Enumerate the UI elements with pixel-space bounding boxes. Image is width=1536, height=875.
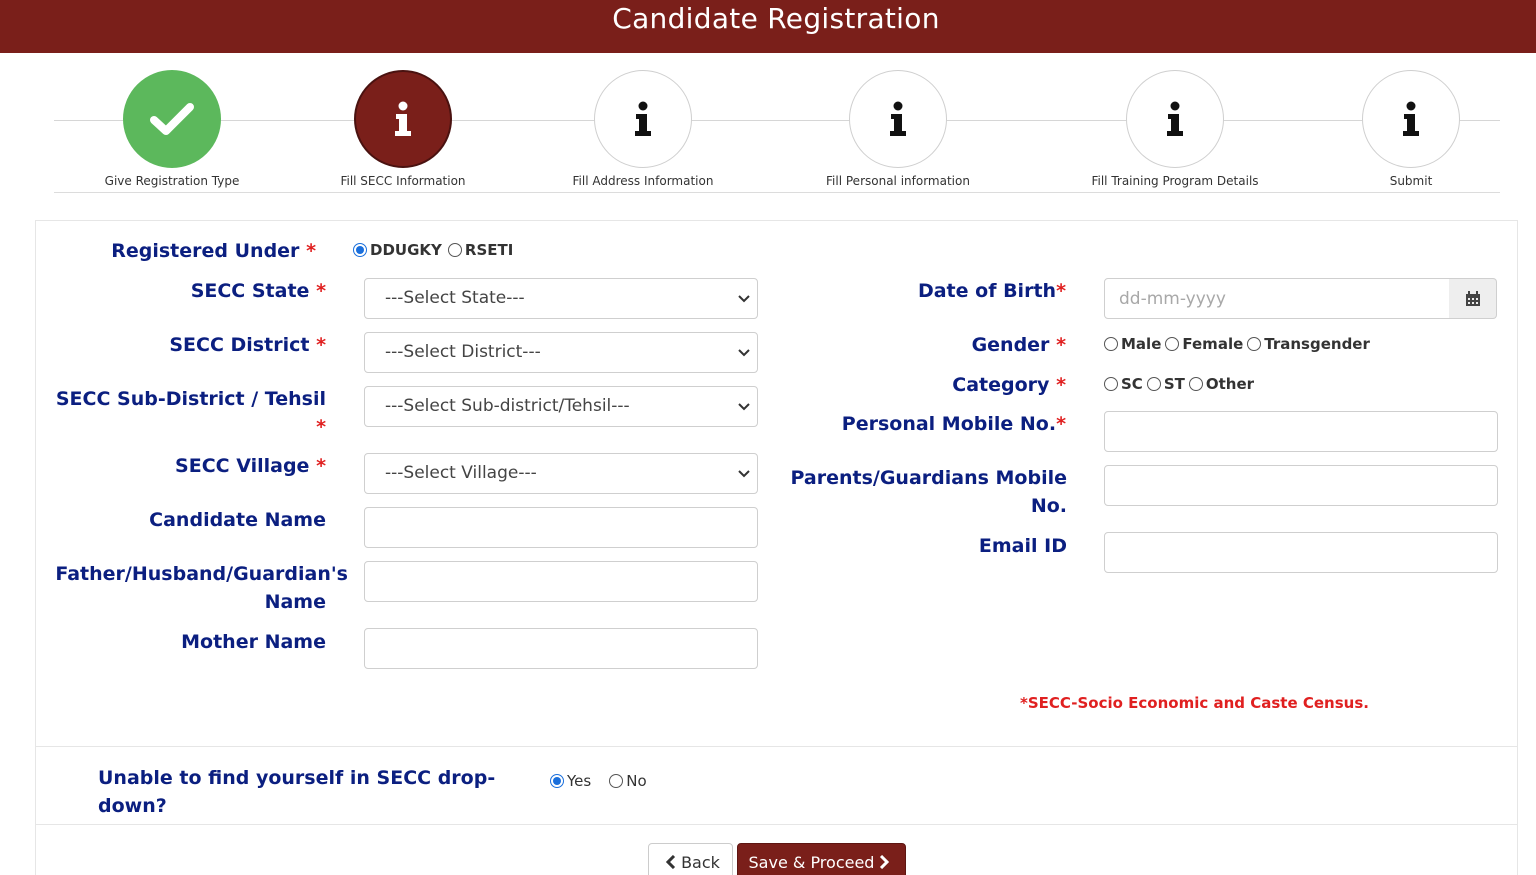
- info-icon: [395, 101, 411, 136]
- step-fill-personal-information: Fill Personal information: [788, 70, 1008, 188]
- female-radio-label: Female: [1182, 335, 1244, 353]
- save-button-label: Save & Proceed: [748, 852, 875, 872]
- page-header: Candidate Registration: [0, 0, 1536, 53]
- section-divider: [35, 746, 1518, 747]
- back-button-label: Back: [681, 852, 720, 872]
- step-fill-address-information: Fill Address Information: [533, 70, 753, 188]
- secc-subdistrict-label: SECC Sub-District / Tehsil *: [55, 388, 326, 438]
- gender-radio-group: Male Female Transgender: [1104, 335, 1370, 353]
- calendar-icon: [1465, 290, 1480, 306]
- back-button[interactable]: Back: [648, 843, 733, 875]
- secc-district-select[interactable]: ---Select District---: [364, 332, 758, 373]
- unable-yes-radio[interactable]: [550, 774, 564, 788]
- step-label: Fill Personal information: [826, 174, 970, 188]
- step-label: Submit: [1389, 174, 1433, 188]
- secc-state-label: SECC State *: [190, 280, 326, 302]
- chevron-down-icon: [738, 349, 750, 357]
- chevron-down-icon: [738, 403, 750, 411]
- info-icon: [1403, 101, 1419, 136]
- chevron-right-icon: [880, 855, 890, 869]
- stepper-baseline: [54, 192, 1500, 193]
- parent-mobile-label: Parents/Guardians Mobile No.: [790, 467, 1067, 517]
- secc-district-label: SECC District *: [169, 334, 326, 356]
- page-title: Candidate Registration: [612, 2, 940, 35]
- registered-under-label: Registered Under *: [111, 240, 316, 262]
- unable-no-label: No: [626, 772, 647, 790]
- unable-yes-label: Yes: [567, 772, 592, 790]
- step-2-circle: [354, 70, 452, 168]
- mother-name-input[interactable]: [364, 628, 758, 669]
- unable-no-radio[interactable]: [609, 774, 624, 788]
- info-icon: [635, 101, 651, 136]
- step-3-circle: [594, 70, 692, 168]
- personal-mobile-label: Personal Mobile No.*: [841, 413, 1066, 435]
- other-radio-label: Other: [1205, 375, 1255, 393]
- step-fill-secc-information: Fill SECC Information: [293, 70, 513, 188]
- step-label: Fill Address Information: [572, 174, 714, 188]
- candidate-name-input[interactable]: [364, 507, 758, 548]
- chevron-left-icon: [666, 855, 676, 869]
- rseti-radio-label: RSETI: [464, 241, 514, 259]
- step-4-circle: [849, 70, 947, 168]
- email-label: Email ID: [978, 535, 1067, 557]
- step-label: Give Registration Type: [104, 174, 240, 188]
- info-icon: [890, 101, 906, 136]
- rseti-radio[interactable]: [447, 243, 462, 257]
- secc-village-select[interactable]: ---Select Village---: [364, 453, 758, 494]
- step-label: Fill SECC Information: [340, 174, 466, 188]
- secc-state-select[interactable]: ---Select State---: [364, 278, 758, 319]
- info-icon: [1167, 101, 1183, 136]
- female-radio[interactable]: [1165, 337, 1180, 351]
- dob-input[interactable]: [1104, 278, 1450, 319]
- personal-mobile-input[interactable]: [1104, 411, 1498, 452]
- parent-mobile-input[interactable]: [1104, 465, 1498, 506]
- step-5-circle: [1126, 70, 1224, 168]
- unable-question-label: Unable to find yourself in SECC drop-dow…: [98, 767, 496, 817]
- check-icon: [150, 103, 194, 135]
- guardian-name-input[interactable]: [364, 561, 758, 602]
- male-radio-label: Male: [1121, 335, 1162, 353]
- category-radio-group: SC ST Other: [1104, 375, 1254, 393]
- secc-footnote: *SECC-Socio Economic and Caste Census.: [1020, 694, 1369, 712]
- sc-radio[interactable]: [1104, 377, 1118, 391]
- chevron-down-icon: [738, 470, 750, 478]
- sc-radio-label: SC: [1121, 375, 1143, 393]
- ddugky-radio-label: DDUGKY: [370, 241, 442, 259]
- unable-radio-group: Yes No: [550, 772, 647, 790]
- other-radio[interactable]: [1188, 377, 1203, 391]
- mother-name-label: Mother Name: [181, 631, 326, 653]
- step-fill-training-program-details: Fill Training Program Details: [1065, 70, 1285, 188]
- calendar-button[interactable]: [1449, 278, 1497, 319]
- step-submit: Submit: [1301, 70, 1521, 188]
- ddugky-radio[interactable]: [353, 243, 367, 257]
- transgender-radio-label: Transgender: [1264, 335, 1370, 353]
- section-divider: [35, 824, 1518, 825]
- save-proceed-button[interactable]: Save & Proceed: [737, 843, 906, 875]
- st-radio-label: ST: [1163, 375, 1185, 393]
- secc-subdistrict-select[interactable]: ---Select Sub-district/Tehsil---: [364, 386, 758, 427]
- male-radio[interactable]: [1104, 337, 1118, 351]
- category-label: Category *: [952, 374, 1066, 396]
- registered-under-radio-group: DDUGKY RSETI: [353, 241, 513, 259]
- dob-label: Date of Birth*: [917, 280, 1066, 302]
- st-radio[interactable]: [1146, 377, 1161, 391]
- guardian-name-label: Father/Husband/Guardian's Name: [55, 563, 348, 613]
- transgender-radio[interactable]: [1247, 337, 1262, 351]
- chevron-down-icon: [738, 295, 750, 303]
- candidate-name-label: Candidate Name: [149, 509, 326, 531]
- gender-label: Gender *: [971, 334, 1066, 356]
- secc-village-label: SECC Village *: [175, 455, 326, 477]
- email-input[interactable]: [1104, 532, 1498, 573]
- step-1-circle: [123, 70, 221, 168]
- step-6-circle: [1362, 70, 1460, 168]
- step-label: Fill Training Program Details: [1091, 174, 1259, 188]
- step-give-registration-type: Give Registration Type: [62, 70, 282, 188]
